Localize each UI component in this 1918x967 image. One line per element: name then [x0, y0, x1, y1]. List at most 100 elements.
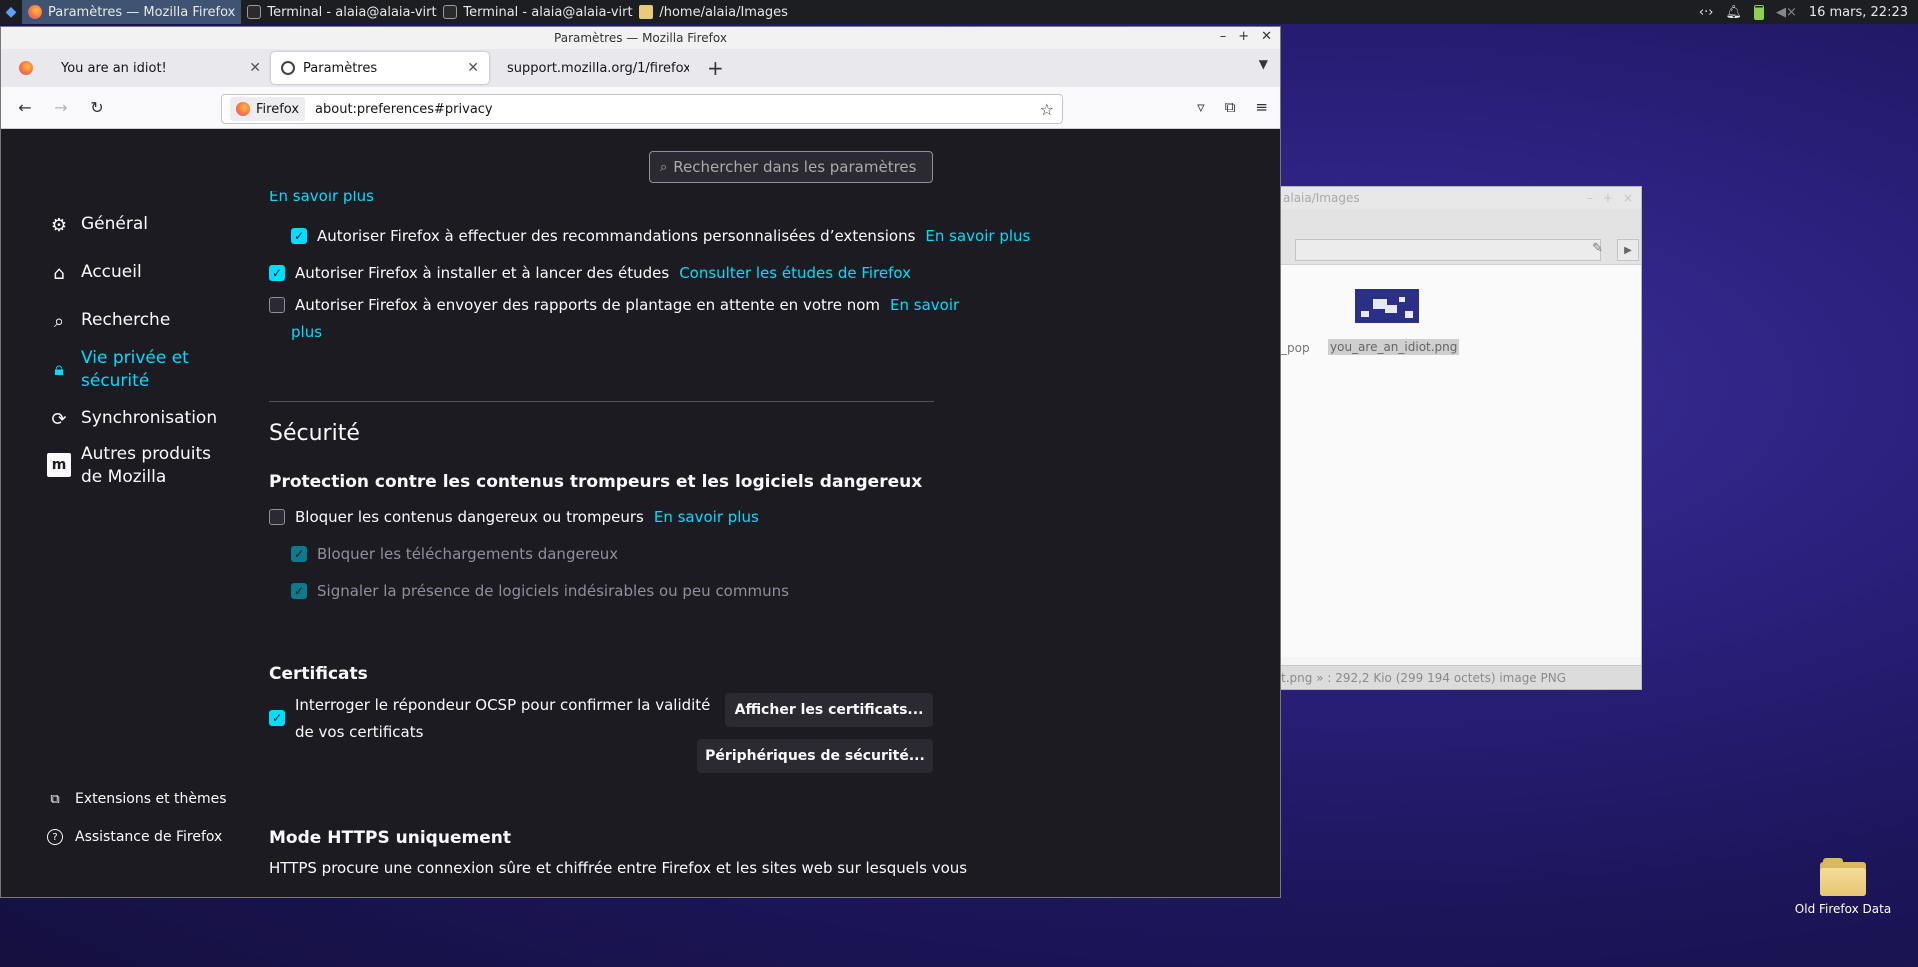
- pref-warn-unwanted: ✓ Signaler la présence de logiciels indé…: [291, 578, 789, 605]
- security-devices-button[interactable]: Périphériques de sécurité...: [697, 739, 933, 773]
- view-studies-link[interactable]: Consulter les études de Firefox: [679, 260, 911, 287]
- mozilla-m-icon: m: [47, 453, 71, 477]
- search-icon: ⌕: [660, 159, 668, 175]
- tab-you-are-an-idiot[interactable]: You are an idiot! ✕: [9, 52, 271, 84]
- folder-icon: [1820, 858, 1866, 896]
- maximize-icon[interactable]: +: [1603, 191, 1613, 205]
- battery-icon[interactable]: [1753, 4, 1764, 20]
- network-icon[interactable]: ‹·›: [1699, 5, 1714, 20]
- url-bar[interactable]: Firefox about:preferences#privacy ☆: [221, 94, 1063, 124]
- view-certificates-button[interactable]: Afficher les certificats...: [725, 693, 933, 727]
- extensions-puzzle-icon[interactable]: ⧉: [1225, 98, 1236, 116]
- sidebar-item-privacy[interactable]: 🔒︎ Vie privée et sécurité: [47, 347, 207, 393]
- edit-location-icon[interactable]: ✎: [1592, 241, 1603, 256]
- close-icon[interactable]: ✕: [1261, 29, 1272, 44]
- location-bar[interactable]: [1295, 239, 1601, 261]
- sidebar-item-more-mozilla[interactable]: m Autres produits de Mozilla: [47, 443, 237, 489]
- status-bar: t.png » : 292,2 Kio (299 194 octets) ima…: [1281, 665, 1641, 689]
- help-icon: ?: [47, 829, 63, 845]
- bookmark-star-icon[interactable]: ☆: [1040, 100, 1054, 119]
- sidebar-link-label: Assistance de Firefox: [75, 829, 223, 845]
- crash-link-continuation[interactable]: plus: [291, 319, 322, 346]
- maximize-icon[interactable]: +: [1238, 29, 1249, 44]
- pref-label: Autoriser Firefox à effectuer des recomm…: [317, 227, 916, 245]
- reload-icon[interactable]: ↻: [85, 96, 109, 120]
- pref-label: Signaler la présence de logiciels indési…: [317, 582, 789, 600]
- volume-muted-icon[interactable]: ◀×: [1776, 5, 1797, 20]
- notification-bell-icon[interactable]: 🔔︎: [1725, 5, 1742, 20]
- file-manager-titlebar[interactable]: alaia/Images – + ×: [1281, 187, 1641, 209]
- desktop-folder-old-firefox-data[interactable]: Old Firefox Data: [1788, 858, 1898, 916]
- pocket-icon[interactable]: ▿: [1197, 98, 1205, 116]
- learn-more-link[interactable]: En savoir plus: [654, 504, 759, 531]
- checkbox-checked[interactable]: ✓: [291, 228, 307, 244]
- sidebar-item-label: Synchronisation: [81, 408, 218, 428]
- section-divider: [269, 401, 934, 402]
- learn-more-link[interactable]: En savoir plus: [269, 191, 374, 204]
- sidebar-item-sync[interactable]: ⟳ Synchronisation: [47, 407, 217, 431]
- pref-label: Bloquer les contenus dangereux ou trompe…: [295, 508, 644, 526]
- https-only-description: HTTPS procure une connexion sûre et chif…: [269, 859, 968, 877]
- pref-block-dangerous[interactable]: Bloquer les contenus dangereux ou trompe…: [269, 504, 759, 531]
- tab-label: support.mozilla.org/1/firefox/: [507, 60, 689, 76]
- checkbox-checked[interactable]: ✓: [269, 265, 285, 281]
- pref-recommend-extensions[interactable]: ✓ Autoriser Firefox à effectuer des reco…: [291, 223, 1030, 250]
- sidebar-support-link[interactable]: ? Assistance de Firefox: [47, 829, 222, 845]
- sidebar-item-home[interactable]: ⌂ Accueil: [47, 261, 141, 285]
- folder-icon: [639, 5, 654, 19]
- window-title: Paramètres — Mozilla Firefox: [554, 31, 727, 45]
- window-titlebar[interactable]: Paramètres — Mozilla Firefox – + ✕: [1, 27, 1280, 49]
- file-manager-window[interactable]: alaia/Images – + × ✎ ▶ _pop you_are_an_idi…: [1280, 186, 1642, 690]
- puzzle-icon: ⧉: [50, 791, 60, 807]
- sidebar-item-search[interactable]: ⌕ Recherche: [47, 309, 170, 333]
- url-text[interactable]: about:preferences#privacy: [315, 102, 493, 117]
- checkbox-unchecked[interactable]: [269, 297, 285, 313]
- pref-label: Bloquer les téléchargements dangereux: [317, 545, 619, 563]
- preferences-search-input[interactable]: ⌕ Rechercher dans les paramètres: [649, 151, 933, 183]
- firefox-icon: [236, 102, 250, 116]
- minimize-icon[interactable]: –: [1587, 191, 1593, 205]
- pref-label: Interroger le répondeur OCSP pour confir…: [295, 696, 711, 714]
- checkbox-unchecked[interactable]: [269, 509, 285, 525]
- close-icon[interactable]: ×: [1623, 191, 1633, 205]
- sidebar-item-general[interactable]: ⚙ Général: [47, 213, 148, 237]
- learn-more-link[interactable]: plus: [291, 319, 322, 346]
- pref-studies[interactable]: ✓ Autoriser Firefox à installer et à lan…: [269, 260, 911, 287]
- checkbox-checked[interactable]: ✓: [269, 710, 285, 726]
- forward-arrow-icon[interactable]: →: [49, 96, 73, 120]
- identity-label: Firefox: [256, 101, 300, 117]
- list-all-tabs-chevron-icon[interactable]: ▼: [1259, 57, 1268, 71]
- close-tab-icon[interactable]: ✕: [249, 60, 261, 76]
- protection-heading: Protection contre les contenus trompeurs…: [269, 472, 923, 492]
- partial-learn-more-link[interactable]: En savoir plus: [269, 191, 374, 205]
- tab-support-mozilla[interactable]: support.mozilla.org/1/firefox/: [489, 52, 689, 84]
- taskbar-firefox[interactable]: Paramètres — Mozilla Firefox: [22, 0, 242, 24]
- file-view[interactable]: _pop you_are_an_idiot.png: [1281, 265, 1641, 657]
- firefox-icon: [28, 5, 42, 19]
- next-arrow-icon[interactable]: ▶: [1617, 239, 1639, 261]
- minimize-icon[interactable]: –: [1220, 29, 1227, 44]
- sidebar-extensions-link[interactable]: ⧉ Extensions et thèmes: [47, 791, 226, 807]
- taskbar-terminal-1[interactable]: Terminal - alaia@alaia-virtu...: [241, 0, 437, 24]
- identity-box[interactable]: Firefox: [230, 97, 306, 121]
- image-thumbnail[interactable]: [1355, 289, 1419, 323]
- checkbox-disabled-checked: ✓: [291, 546, 307, 562]
- file-label[interactable]: _pop: [1281, 341, 1310, 355]
- back-arrow-icon[interactable]: ←: [13, 96, 37, 120]
- learn-more-link[interactable]: En savoir: [890, 292, 959, 319]
- taskbar-terminal-2[interactable]: Terminal - alaia@alaia-virtu...: [437, 0, 633, 24]
- clock[interactable]: 16 mars, 22:23: [1809, 5, 1908, 20]
- close-tab-icon[interactable]: ✕: [467, 60, 479, 76]
- pref-ocsp[interactable]: ✓ Interroger le répondeur OCSP pour conf…: [269, 692, 710, 746]
- sidebar-item-label: Vie privée et sécurité: [81, 348, 189, 391]
- new-tab-plus-icon[interactable]: +: [707, 56, 724, 80]
- checkbox-disabled-checked: ✓: [291, 583, 307, 599]
- tab-parametres[interactable]: Paramètres ✕: [271, 52, 489, 84]
- file-label-selected[interactable]: you_are_an_idiot.png: [1328, 339, 1460, 355]
- taskbar-label: Terminal - alaia@alaia-virtu...: [463, 4, 633, 20]
- hamburger-menu-icon[interactable]: ≡: [1255, 98, 1268, 116]
- applications-menu-icon[interactable]: ◆: [0, 0, 22, 24]
- learn-more-link[interactable]: En savoir plus: [925, 223, 1030, 250]
- taskbar-file-manager[interactable]: /home/alaia/Images: [633, 0, 794, 24]
- pref-crash-reports[interactable]: Autoriser Firefox à envoyer des rapports…: [269, 292, 959, 319]
